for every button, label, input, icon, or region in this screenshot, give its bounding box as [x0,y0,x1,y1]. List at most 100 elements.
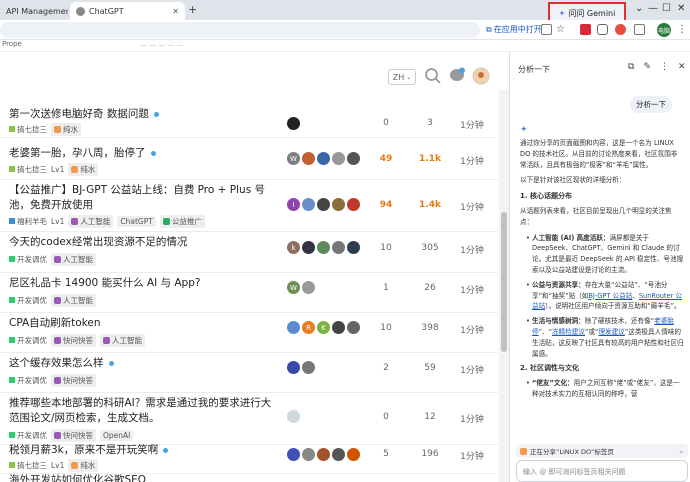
avatar[interactable] [347,152,360,165]
avatar[interactable]: R [302,321,315,334]
topic-row[interactable]: 海外开发站如何优化谷歌SEO [0,474,498,482]
tag[interactable]: 人工智能 [51,294,96,307]
avatar[interactable]: K [317,321,330,334]
link[interactable]: 冻精检建议 [552,328,585,336]
avatar[interactable] [287,361,300,374]
activity-time[interactable]: 1分钟 [452,412,492,425]
activity-time[interactable]: 1分钟 [452,243,492,256]
tag[interactable]: 快问快答 [51,334,96,347]
tag[interactable]: 快问快答 [51,429,96,442]
bookmark-star-icon[interactable]: ☆ [556,24,567,35]
avatar[interactable] [317,241,330,254]
avatar[interactable] [302,448,315,461]
tag[interactable]: 人工智能 [51,253,96,266]
avatar[interactable]: k [287,241,300,254]
link[interactable]: 理发建议 [598,328,624,336]
avatar[interactable] [347,321,360,334]
category-badge[interactable]: 开发调优 [9,430,47,441]
avatar[interactable] [287,448,300,461]
avatar[interactable] [302,281,315,294]
close-window-button[interactable]: ✕ [677,3,685,14]
shared-tab-indicator[interactable]: 正在分享“LINUX DO”标签页 ⌄ [516,444,688,458]
activity-time[interactable]: 1分钟 [452,449,492,462]
avatar[interactable] [317,198,330,211]
maximize-button[interactable]: ☐ [662,3,671,14]
avatar[interactable] [332,321,345,334]
avatar[interactable] [287,117,300,130]
activity-time[interactable]: 1分钟 [452,200,492,213]
topic-row[interactable]: 这个缓存效果怎么样 开发调优 快问快答 2 59 1分钟 [0,353,498,393]
avatar[interactable] [302,361,315,374]
topic-title[interactable]: 税领月薪3k，原来不是开玩笑啊 [9,443,279,458]
avatar[interactable] [302,241,315,254]
avatar[interactable] [332,152,345,165]
new-tab-button[interactable]: + [188,3,197,16]
open-in-app-button[interactable]: ⧉ 在应用中打开 [486,24,542,35]
topic-row[interactable]: 老婆第一胎，孕八周，胎停了 搞七捻三 Lv1 纯水 W 49 1.1k 1分钟 [0,138,498,180]
open-external-icon[interactable]: ⧉ [628,62,634,72]
avatar[interactable] [347,241,360,254]
chevron-down-icon[interactable]: ⌄ [679,447,684,455]
topic-row[interactable]: CPA自动刷新token 开发调优 快问快答 人工智能 R K 10 398 1… [0,313,498,353]
category-badge[interactable]: 搞七捻三 [9,460,47,471]
tag[interactable]: 快问快答 [51,374,96,387]
close-tab-icon[interactable]: ✕ [172,7,179,16]
user-avatar-icon[interactable] [472,67,490,85]
extensions-puzzle-icon[interactable] [597,24,608,35]
topic-row[interactable]: 税领月薪3k，原来不是开玩笑啊 搞七捻三 Lv1 纯水 5 196 1分钟 [0,443,498,474]
topic-row[interactable]: 【公益推广】BJ-GPT 公益站上线：自费 Pro + Plus 号池，免费开放… [0,180,498,232]
tab-chatgpt[interactable]: ChatGPT ✕ [70,2,185,20]
ask-input[interactable]: 输入 @ 即可询问标签页相关问题 [516,460,688,482]
category-badge[interactable]: 搞七捻三 [9,124,47,135]
tab-api-management[interactable]: API Management | ✕ [0,2,68,20]
tag[interactable]: 纯水 [51,123,81,136]
address-bar[interactable] [0,22,480,38]
avatar[interactable] [332,198,345,211]
activity-time[interactable]: 1分钟 [452,363,492,376]
tag[interactable]: 公益推广 [159,215,205,228]
tag[interactable]: 纯水 [68,163,99,176]
more-menu-icon[interactable]: ⋮ [677,24,687,35]
topic-title[interactable]: 海外开发站如何优化谷歌SEO [9,473,279,482]
language-selector[interactable]: ZH ⌄ [388,69,416,85]
tag[interactable]: 纯水 [68,459,99,472]
activity-time[interactable]: 1分钟 [452,154,492,167]
tab-search-icon[interactable]: ⌄ [635,3,643,14]
topic-title[interactable]: 老婆第一胎，孕八周，胎停了 [9,146,279,161]
tag[interactable]: 人工智能 [100,334,145,347]
avatar[interactable] [287,321,300,334]
topic-row[interactable]: 第一次送修电脑好奇 数据问题 搞七捻三 纯水 0 3 1分钟 [0,96,498,138]
avatar[interactable]: W [287,281,300,294]
avatar[interactable] [347,198,360,211]
avatar[interactable] [317,448,330,461]
search-icon[interactable] [424,67,442,85]
minimize-button[interactable]: — [648,3,658,14]
link[interactable]: BJ-GPT 公益站 [588,292,632,300]
avatar[interactable] [332,241,345,254]
bookmark-item[interactable]: Prope [2,40,22,48]
extension-circle-icon[interactable] [615,24,626,35]
profile-avatar[interactable]: 电脑 [657,23,671,37]
avatar[interactable] [287,410,300,423]
category-badge[interactable]: 搞七捻三 [9,164,47,175]
category-badge[interactable]: 开发调优 [9,335,47,346]
topic-title[interactable]: 这个缓存效果怎么样 [9,356,279,371]
extension-red-icon[interactable] [580,24,591,35]
tag[interactable]: OpenAI [100,430,134,441]
topic-title[interactable]: 今天的codex经常出现资源不足的情况 [9,235,279,250]
topic-row[interactable]: 尼区礼品卡 14900 能买什么 AI 与 App? 开发调优 人工智能 W 1… [0,273,498,313]
avatar[interactable] [302,152,315,165]
topic-row[interactable]: 今天的codex经常出现资源不足的情况 开发调优 人工智能 k 10 305 1… [0,232,498,273]
category-badge[interactable]: 开发调优 [9,295,47,306]
avatar[interactable]: W [287,152,300,165]
topic-title[interactable]: CPA自动刷新token [9,316,279,331]
avatar[interactable] [332,448,345,461]
activity-time[interactable]: 1分钟 [452,118,492,131]
topic-title[interactable]: 第一次送修电脑好奇 数据问题 [9,107,279,122]
topic-row[interactable]: 推荐哪些本地部署的科研AI？需求是通过我的要求进行大范围论文/网页检索，生成文档… [0,393,498,445]
avatar[interactable] [347,448,360,461]
topic-title[interactable]: 推荐哪些本地部署的科研AI？需求是通过我的要求进行大范围论文/网页检索，生成文档… [9,396,279,426]
category-badge[interactable]: 开发调优 [9,375,47,386]
close-panel-icon[interactable]: ✕ [678,62,686,72]
activity-time[interactable]: 1分钟 [452,323,492,336]
